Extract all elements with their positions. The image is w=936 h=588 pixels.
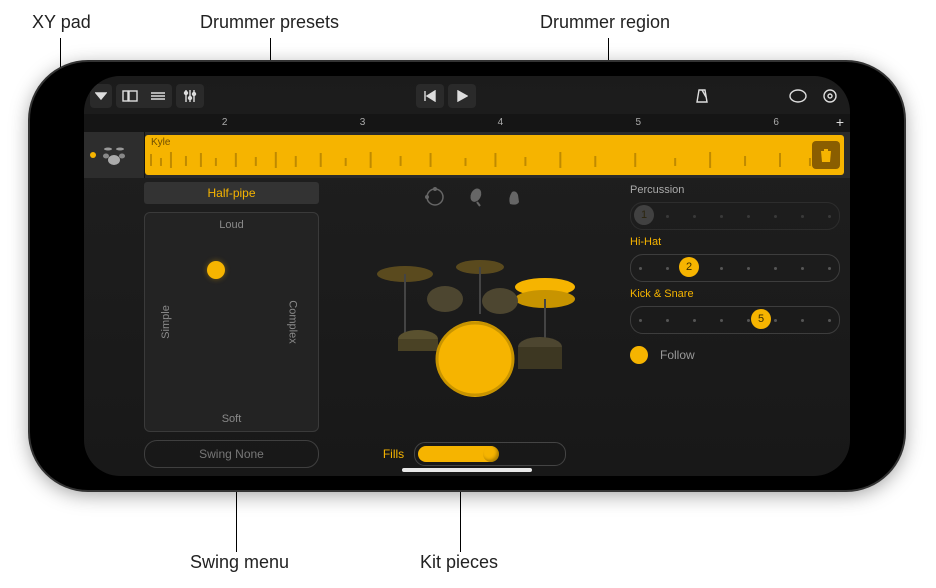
tambourine-icon[interactable]: [424, 186, 446, 208]
percussion-stop[interactable]: 1: [634, 205, 654, 225]
xy-label-complex: Complex: [286, 300, 298, 343]
add-track-button[interactable]: +: [836, 114, 844, 130]
fills-row: Fills: [383, 440, 566, 468]
hihat-label: Hi-Hat: [630, 236, 840, 248]
drummer-editor: Half-pipe Loud Soft Simple Complex Swing…: [84, 176, 850, 476]
skip-back-icon: [423, 90, 437, 102]
callout-xy-pad: XY pad: [32, 12, 91, 33]
tracks-view-button[interactable]: [144, 84, 172, 108]
skip-back-button[interactable]: [416, 84, 444, 108]
settings-button[interactable]: [816, 84, 844, 108]
swing-menu[interactable]: Swing None: [144, 440, 319, 468]
fills-label: Fills: [383, 447, 404, 461]
region-waveform: [145, 150, 844, 170]
percussion-label: Percussion: [630, 184, 840, 196]
callout-kit-pieces: Kit pieces: [420, 552, 498, 573]
region-label: Kyle: [151, 137, 170, 148]
xy-label-soft: Soft: [222, 413, 242, 425]
drumkit-illustration: [360, 239, 590, 409]
hihat-slider[interactable]: 2: [630, 254, 840, 282]
kit-pieces[interactable]: [360, 208, 590, 440]
ruler-tick: 2: [222, 117, 228, 128]
percussion-slider[interactable]: 1: [630, 202, 840, 230]
callout-drummer-region: Drummer region: [540, 12, 670, 33]
shaker-icon[interactable]: [464, 186, 486, 208]
ruler-tick: 4: [498, 117, 504, 128]
percussion-icons: [424, 186, 526, 208]
app-screen: 2 3 4 5 6 + Kyle: [84, 76, 850, 476]
trash-icon: [819, 147, 833, 163]
follow-row: Follow: [630, 346, 840, 364]
xy-label-loud: Loud: [219, 219, 243, 231]
track-header[interactable]: [84, 132, 145, 178]
loop-icon: [788, 88, 808, 104]
editor-right-column: Percussion 1 Hi-Hat 2 Kick & Snare 5: [630, 182, 840, 468]
kicksnare-slider[interactable]: 5: [630, 306, 840, 334]
browser-view-button[interactable]: [116, 84, 144, 108]
editor-mid-column: Fills: [335, 182, 614, 468]
ruler-tick: 3: [360, 117, 366, 128]
drumkit-icon: [100, 144, 128, 166]
follow-label: Follow: [660, 348, 695, 362]
xy-label-simple: Simple: [160, 305, 172, 339]
record-enable-dot[interactable]: [90, 152, 96, 158]
xy-puck[interactable]: [207, 261, 225, 279]
callout-swing-menu: Swing menu: [190, 552, 289, 573]
iphone-frame: 2 3 4 5 6 + Kyle: [30, 62, 904, 490]
handclap-icon[interactable]: [504, 186, 526, 208]
fills-knob[interactable]: [483, 446, 499, 462]
browser-view-icon: [122, 90, 138, 102]
fills-slider[interactable]: [414, 442, 566, 466]
mixer-icon: [182, 89, 198, 103]
editor-left-column: Half-pipe Loud Soft Simple Complex Swing…: [144, 182, 319, 468]
follow-toggle[interactable]: [630, 346, 648, 364]
menu-button[interactable]: [90, 84, 112, 108]
xy-pad[interactable]: Loud Soft Simple Complex: [144, 212, 319, 432]
ruler-tick: 6: [773, 117, 779, 128]
kicksnare-label: Kick & Snare: [630, 288, 840, 300]
play-icon: [456, 90, 468, 102]
metronome-button[interactable]: [688, 84, 716, 108]
metronome-icon: [693, 87, 711, 105]
callout-drummer-presets: Drummer presets: [200, 12, 339, 33]
mixer-button[interactable]: [176, 84, 204, 108]
tracks-view-icon: [150, 90, 166, 102]
drummer-region[interactable]: Kyle: [145, 135, 844, 175]
track-row: Kyle: [84, 132, 850, 178]
delete-region-button[interactable]: [812, 141, 840, 169]
timeline-ruler[interactable]: 2 3 4 5 6 +: [84, 114, 850, 132]
menu-triangle-icon: [95, 91, 107, 101]
ruler-tick: 5: [636, 117, 642, 128]
toolbar: [84, 76, 850, 114]
kicksnare-stop[interactable]: 5: [751, 309, 771, 329]
home-indicator[interactable]: [402, 468, 532, 472]
loop-button[interactable]: [784, 84, 812, 108]
gear-icon: [821, 87, 839, 105]
play-button[interactable]: [448, 84, 476, 108]
notch: [30, 186, 58, 366]
hihat-stop[interactable]: 2: [679, 257, 699, 277]
drummer-preset-selector[interactable]: Half-pipe: [144, 182, 319, 204]
